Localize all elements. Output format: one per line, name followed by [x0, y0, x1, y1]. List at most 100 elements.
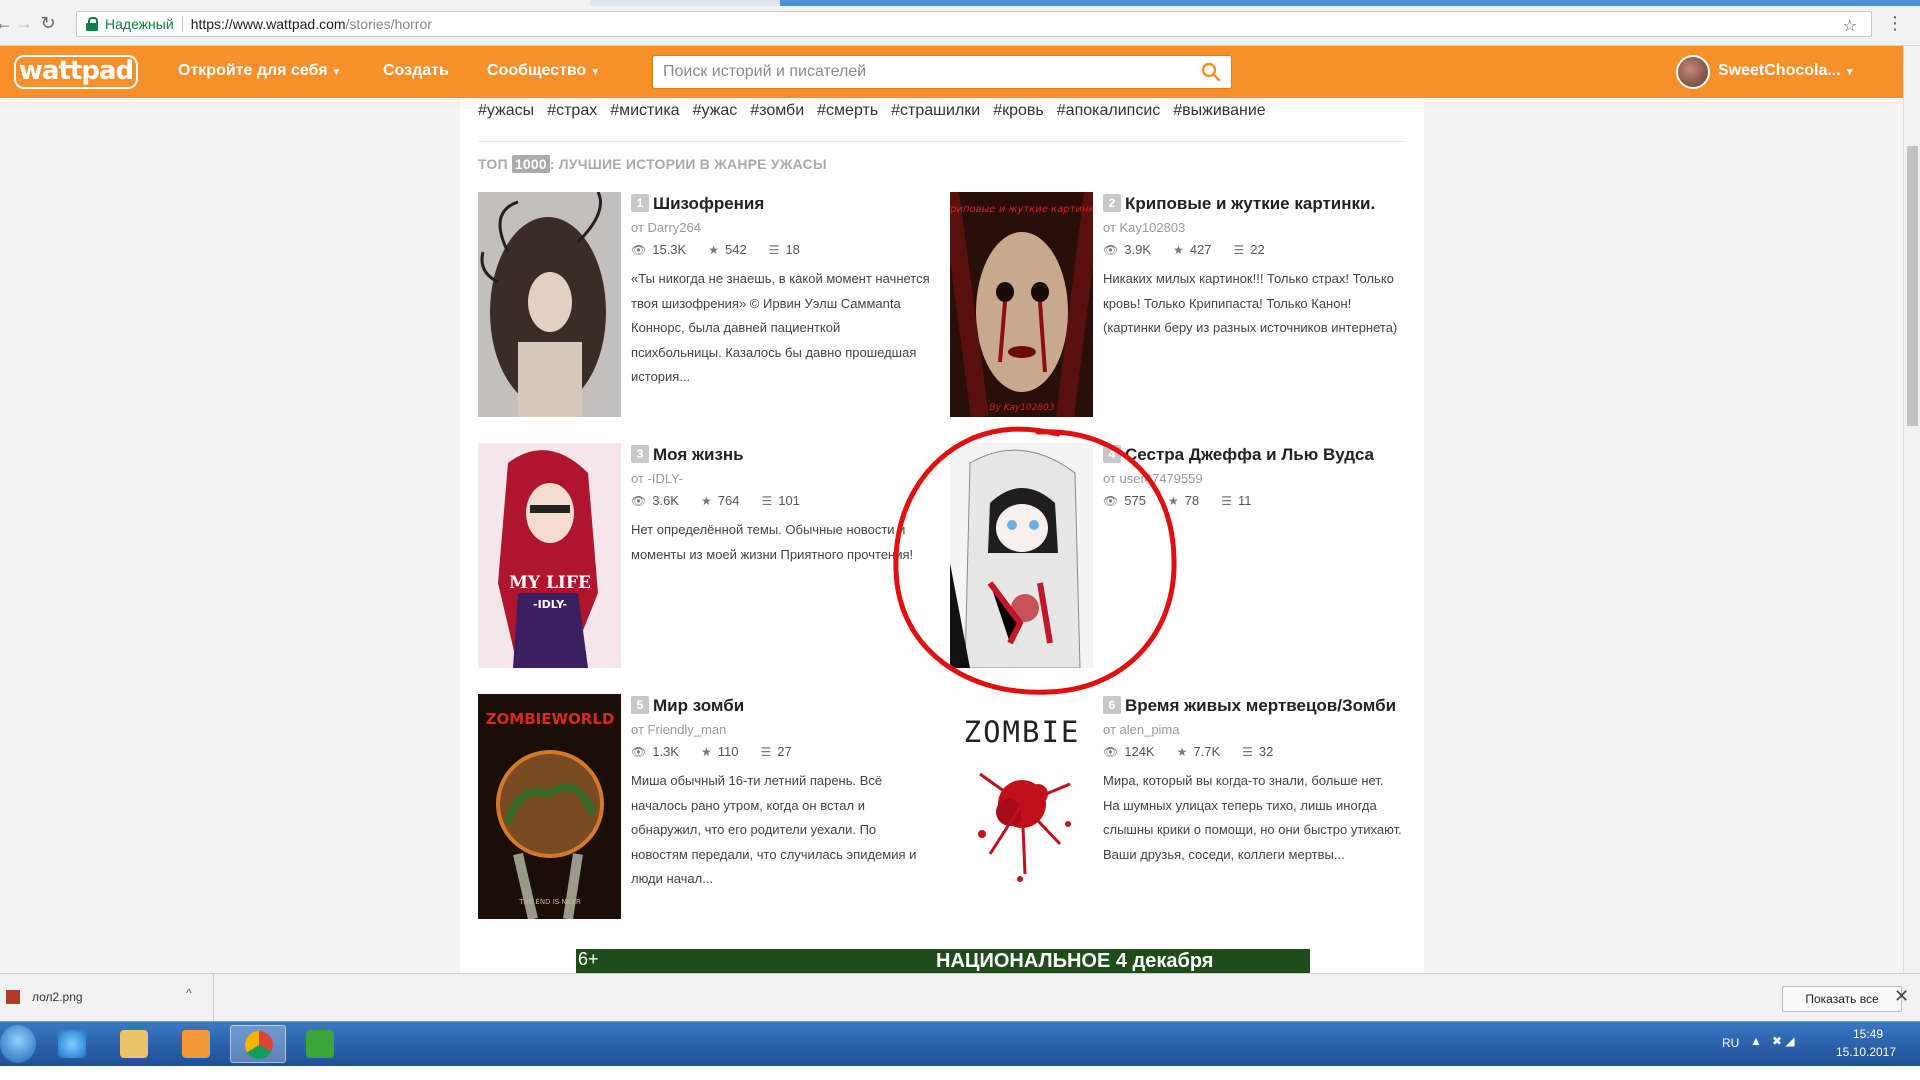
- clock-date[interactable]: 15.10.2017: [1826, 1045, 1906, 1059]
- chevron-up-icon[interactable]: ^: [186, 986, 192, 1000]
- story-card[interactable]: ZOMBIE 6 Время живых мертвецов/Зомби от a…: [950, 694, 1410, 919]
- taskbar-app-green[interactable]: [292, 1025, 348, 1063]
- chevron-up-icon[interactable]: ▲: [1750, 1034, 1762, 1048]
- tag-link[interactable]: #страшилки: [891, 102, 980, 119]
- tag-link[interactable]: #ужасы: [478, 102, 534, 119]
- tag-link[interactable]: #смерть: [817, 102, 878, 119]
- parts-stat: ☰ 18: [769, 242, 800, 257]
- start-button[interactable]: [0, 1025, 36, 1063]
- parts-stat: ☰ 11: [1221, 493, 1251, 508]
- story-cover[interactable]: Криповые и жуткие картинки By Kay102803: [950, 192, 1093, 417]
- story-card[interactable]: ZOMBIEWORLD THE END IS NEAR 5 Мир зомби о…: [478, 694, 938, 919]
- ad-text: НАЦИОНАЛЬНОЕ 4 декабря: [936, 950, 1214, 972]
- ad-banner[interactable]: 6+ НАЦИОНАЛЬНОЕ 4 декабря: [576, 949, 1310, 973]
- page-scrollbar[interactable]: [1903, 46, 1920, 973]
- system-tray-icons[interactable]: ✖ ◢: [1772, 1034, 1795, 1048]
- tag-list: #ужасы #страх #мистика #ужас #зомби #смерть #с…: [478, 102, 1279, 120]
- story-cover[interactable]: [950, 443, 1093, 668]
- address-bar[interactable]: Надежный https://www.wattpad.com/stories…: [76, 11, 1872, 37]
- tag-link[interactable]: #ужас: [693, 102, 738, 119]
- wattpad-logo[interactable]: wattpad: [14, 55, 138, 89]
- eye-icon: 👁: [631, 744, 647, 759]
- story-title[interactable]: 5 Мир зомби: [631, 696, 744, 716]
- story-author[interactable]: от Darry264: [631, 220, 701, 235]
- back-icon[interactable]: ←: [0, 13, 14, 33]
- reads-count: 124K: [1124, 744, 1155, 759]
- story-cover[interactable]: MY LIFE -IDLY-: [478, 443, 621, 668]
- tab-strip[interactable]: [0, 0, 1920, 6]
- story-title[interactable]: 6 Время живых мертвецов/Зомби: [1103, 696, 1396, 716]
- active-tab[interactable]: [0, 0, 590, 6]
- nav-community[interactable]: Сообщество ▼: [487, 62, 600, 80]
- tag-link[interactable]: #страх: [547, 102, 597, 119]
- story-description: Никаких милых картинок!!! Только страх! …: [1103, 271, 1398, 335]
- section-heading: ТОП 1000: ЛУЧШИЕ ИСТОРИИ В ЖАНРЕ УЖАСЫ: [478, 155, 827, 173]
- parts-count: 32: [1258, 744, 1274, 759]
- main-content: #ужасы #страх #мистика #ужас #зомби #смерть #с…: [460, 98, 1424, 973]
- story-title[interactable]: 2 Криповые и жуткие картинки.: [1103, 194, 1375, 214]
- story-author[interactable]: от user47479559: [1103, 471, 1203, 486]
- taskbar-app-media[interactable]: [168, 1025, 224, 1063]
- tag-link[interactable]: #апокалипсис: [1057, 102, 1160, 119]
- votes-count: 427: [1189, 242, 1212, 257]
- search-icon[interactable]: [1201, 62, 1221, 82]
- language-indicator[interactable]: RU: [1722, 1036, 1739, 1050]
- user-menu[interactable]: SweetChocola... ▼: [1718, 62, 1855, 80]
- user-name: SweetChocola...: [1718, 62, 1841, 79]
- scrollbar-thumb[interactable]: [1907, 146, 1918, 426]
- story-card[interactable]: 4 Сестра Джеффа и Лью Вудса от user474795…: [950, 443, 1410, 668]
- story-cover[interactable]: [478, 192, 621, 417]
- url-text[interactable]: https://www.wattpad.com/stories/horror: [191, 16, 432, 32]
- tag-link[interactable]: #зомби: [750, 102, 804, 119]
- eye-icon: 👁: [1103, 242, 1119, 257]
- show-all-button[interactable]: Показать все: [1782, 986, 1902, 1012]
- story-title[interactable]: 4 Сестра Джеффа и Лью Вудса: [1103, 445, 1374, 465]
- story-author[interactable]: от alen_pima: [1103, 722, 1180, 737]
- folder-icon: [120, 1030, 148, 1058]
- tag-link[interactable]: #мистика: [610, 102, 679, 119]
- story-title-text: Моя жизнь: [653, 445, 744, 464]
- page-gutter-right: [1424, 98, 1903, 973]
- user-avatar[interactable]: [1676, 55, 1710, 89]
- taskbar-app-ie[interactable]: [44, 1025, 100, 1063]
- cover-text: Криповые и жуткие картинки: [950, 204, 1093, 215]
- nav-create[interactable]: Создать: [383, 62, 449, 80]
- reload-icon[interactable]: ↻: [38, 13, 58, 33]
- story-rank: 6: [1103, 696, 1121, 714]
- reads-stat: 👁 3.9K: [1103, 242, 1151, 257]
- story-cover[interactable]: ZOMBIEWORLD THE END IS NEAR: [478, 694, 621, 919]
- story-title[interactable]: 1 Шизофрения: [631, 194, 764, 214]
- chrome-menu-icon[interactable]: ⋮: [1886, 13, 1904, 33]
- story-card[interactable]: 1 Шизофрения от Darry264 👁 15.3K ★ 542 ☰ 18 …: [478, 192, 938, 417]
- cover-subtext: THE END IS NEAR: [518, 898, 581, 906]
- internet-explorer-icon: [58, 1030, 86, 1058]
- story-author[interactable]: от Friendly_man: [631, 722, 726, 737]
- story-card[interactable]: MY LIFE -IDLY- 3 Моя жизнь от -IDLY- 👁 3.6…: [478, 443, 938, 668]
- story-card[interactable]: Криповые и жуткие картинки By Kay102803 …: [950, 192, 1410, 417]
- chrome-icon: [245, 1031, 273, 1059]
- taskbar-app-chrome[interactable]: [230, 1025, 286, 1063]
- story-cover[interactable]: ZOMBIE: [950, 694, 1093, 919]
- tag-link[interactable]: #кровь: [993, 102, 1044, 119]
- votes-count: 110: [717, 744, 739, 759]
- omnibox-divider: [181, 16, 183, 32]
- story-stats: 👁 15.3K ★ 542 ☰ 18: [631, 242, 800, 257]
- tag-link[interactable]: #выживание: [1173, 102, 1265, 119]
- bookmark-star-icon[interactable]: ☆: [1843, 16, 1857, 36]
- nav-discover[interactable]: Откройте для себя ▼: [178, 62, 341, 80]
- forward-icon[interactable]: →: [14, 13, 34, 33]
- app-icon: [306, 1030, 334, 1058]
- download-item[interactable]: лол2.png ^: [0, 974, 214, 1022]
- votes-stat: ★ 110: [701, 744, 739, 759]
- search-input[interactable]: [653, 56, 1173, 88]
- list-icon: ☰: [1242, 744, 1253, 759]
- votes-stat: ★ 427: [1173, 242, 1211, 257]
- story-author[interactable]: от Kay102803: [1103, 220, 1185, 235]
- story-author[interactable]: от -IDLY-: [631, 471, 683, 486]
- taskbar-app-explorer[interactable]: [106, 1025, 162, 1063]
- clock-time[interactable]: 15:49: [1838, 1027, 1898, 1041]
- search-box: [652, 55, 1232, 89]
- close-icon[interactable]: ✕: [1894, 986, 1909, 1007]
- story-title[interactable]: 3 Моя жизнь: [631, 445, 744, 465]
- heading-suffix: : ЛУЧШИЕ ИСТОРИИ В ЖАНРЕ УЖАСЫ: [549, 156, 827, 172]
